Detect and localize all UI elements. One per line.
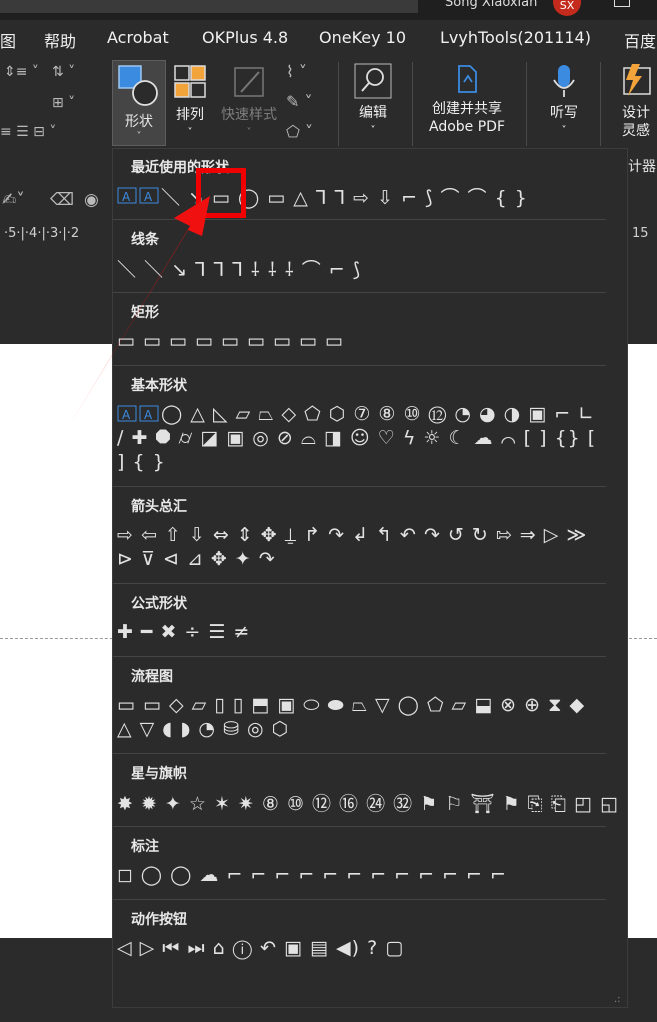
annotation-arrow-icon (68, 196, 210, 428)
